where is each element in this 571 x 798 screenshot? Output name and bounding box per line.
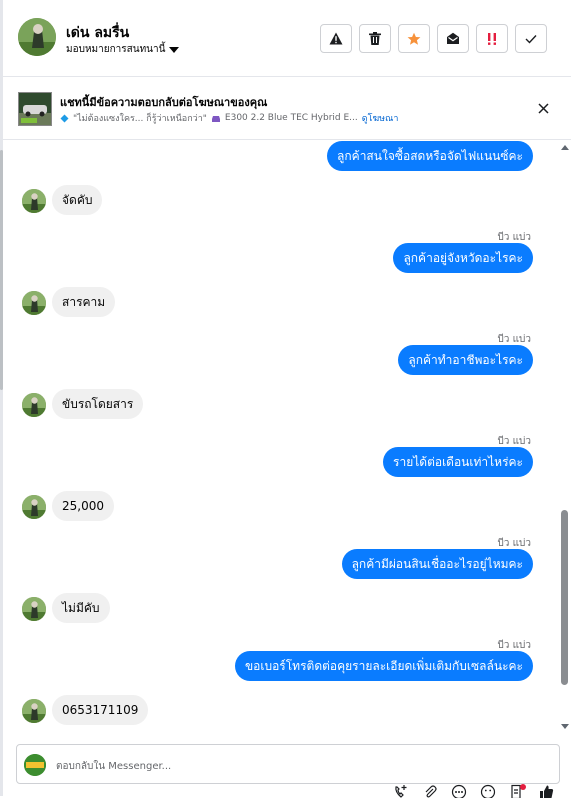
- important-button[interactable]: [476, 24, 508, 53]
- contact-avatar-small[interactable]: [22, 597, 46, 621]
- reply-input[interactable]: [54, 755, 358, 777]
- checkmark-icon: [525, 34, 537, 44]
- done-button[interactable]: [515, 24, 547, 53]
- header-actions: [320, 24, 547, 53]
- outgoing-message[interactable]: ลูกค้ามีผ่อนสินเชื่ออะไรอยู่ไหมคะ: [342, 549, 533, 579]
- contact-name[interactable]: เด่น ลมรื่น: [66, 22, 129, 44]
- trash-icon: [369, 32, 381, 45]
- close-banner-button[interactable]: [533, 98, 553, 118]
- contact-avatar-small[interactable]: [22, 699, 46, 723]
- notification-dot: [520, 784, 526, 790]
- contact-avatar-small[interactable]: [22, 189, 46, 213]
- contact-avatar-small[interactable]: [22, 495, 46, 519]
- outgoing-message[interactable]: ลูกค้าสนใจซื้อสดหรือจัดไฟแนนซ์คะ: [327, 141, 533, 171]
- close-icon: [538, 103, 549, 114]
- star-button[interactable]: [398, 24, 430, 53]
- message-thread: บีว แบ่วลูกค้าสนใจซื้อสดหรือจัดไฟแนนซ์คะ…: [0, 140, 571, 740]
- incoming-message[interactable]: 25,000: [52, 491, 114, 521]
- incoming-message[interactable]: สารคาม: [52, 287, 115, 317]
- assign-conversation-dropdown[interactable]: มอบหมายการสนทนานี้: [66, 42, 179, 57]
- envelope-open-icon: [446, 32, 460, 45]
- star-icon: [407, 32, 421, 46]
- outgoing-message[interactable]: ขอเบอร์โทรติดต่อคุยรายละเอียดเพิ่มเติมกั…: [235, 651, 533, 681]
- outgoing-message[interactable]: ลูกค้าทำอาชีพอะไรคะ: [398, 345, 533, 375]
- contact-avatar[interactable]: [18, 18, 56, 56]
- spam-warning-button[interactable]: [320, 24, 352, 53]
- warning-icon: [329, 32, 343, 45]
- ad-car-model: E300 2.2 Blue TEC Hybrid E...: [225, 113, 358, 123]
- ad-thumbnail[interactable]: [18, 92, 52, 126]
- double-exclamation-icon: [485, 32, 499, 46]
- assign-label: มอบหมายการสนทนานี้: [66, 42, 165, 57]
- outgoing-message[interactable]: รายได้ต่อเดือนเท่าไหร่คะ: [383, 447, 533, 477]
- car-icon: [211, 114, 221, 123]
- page-avatar: [24, 754, 46, 776]
- diamond-icon: [60, 114, 69, 123]
- scroll-up-arrow-icon[interactable]: [561, 145, 569, 150]
- scroll-down-arrow-icon[interactable]: [561, 724, 569, 729]
- outgoing-message[interactable]: ลูกค้าอยู่จังหวัดอะไรคะ: [393, 243, 533, 273]
- incoming-message[interactable]: ไม่มีคับ: [52, 593, 110, 623]
- ad-banner-title: แชทนี้มีข้อความตอบกลับต่อโฆษณาของคุณ: [60, 93, 267, 111]
- contact-avatar-small[interactable]: [22, 393, 46, 417]
- incoming-message[interactable]: 0653171109: [52, 695, 148, 725]
- view-ad-link[interactable]: ดูโฆษณา: [362, 111, 399, 125]
- ad-headline: "ไม่ต้องแซงใคร... ก็รู้ว่าเหนือกว่า": [73, 111, 207, 125]
- contact-avatar-small[interactable]: [22, 291, 46, 315]
- incoming-message[interactable]: จัดคับ: [52, 185, 102, 215]
- delete-button[interactable]: [359, 24, 391, 53]
- incoming-message[interactable]: ขับรถโดยสาร: [52, 389, 143, 419]
- caret-down-icon: [169, 47, 179, 53]
- ad-banner-subtitle: "ไม่ต้องแซงใคร... ก็รู้ว่าเหนือกว่า" E30…: [60, 111, 398, 125]
- mark-unread-button[interactable]: [437, 24, 469, 53]
- thread-scrollbar[interactable]: [560, 140, 570, 740]
- thread-scroll-thumb[interactable]: [561, 510, 568, 685]
